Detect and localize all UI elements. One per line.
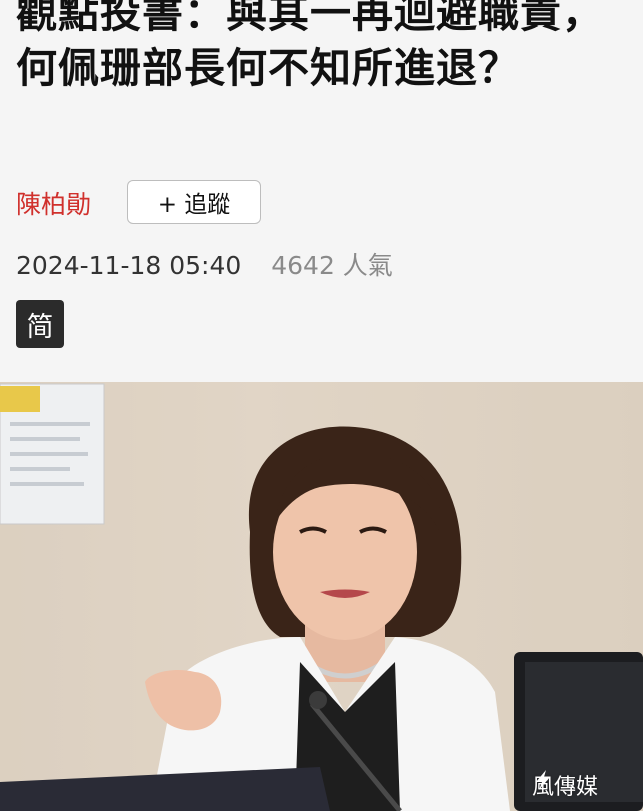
photo-illustration	[0, 382, 643, 811]
author-link[interactable]: 陳柏勛	[16, 185, 91, 221]
storm-logo-icon	[535, 770, 550, 790]
view-count: 4642 人氣	[271, 251, 393, 280]
follow-button[interactable]: + 追蹤	[127, 180, 261, 224]
photo-watermark: 風傳媒	[532, 769, 598, 801]
author-row: 陳柏勛 + 追蹤	[16, 180, 261, 226]
publish-date: 2024-11-18 05:40	[16, 251, 242, 280]
simplified-chinese-toggle[interactable]: 简	[16, 300, 64, 348]
article-meta: 2024-11-18 05:40 4642 人氣	[16, 246, 393, 282]
article-headline: 觀點投書：與其一再迴避職責，何佩珊部長何不知所進退？	[16, 0, 604, 92]
article-photo: 風傳媒	[0, 382, 643, 811]
